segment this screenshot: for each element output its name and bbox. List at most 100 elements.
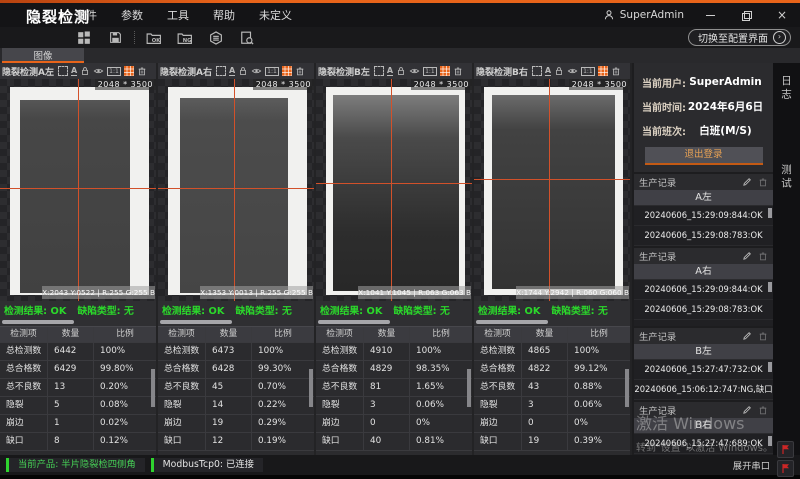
list-scrollbar[interactable] [768, 362, 772, 372]
stats-table: 检测项 数量 比例 总检测数6473100%总合格数642899.30%总不良数… [158, 326, 314, 455]
menu-undefined[interactable]: 未定义 [259, 7, 292, 23]
tab-log[interactable]: 日志 [779, 75, 794, 102]
image-viewport[interactable]: 2048 * 3500 X:1041 Y:1045 | R:063 G:063 … [316, 79, 472, 301]
one-to-one-icon[interactable]: 1:1 [107, 67, 121, 76]
scrollbar-thumb[interactable] [476, 320, 548, 324]
record-list[interactable]: 20240606_15:27:47:689:OK20240606_15:06:1… [634, 434, 773, 455]
scrollbar-thumb[interactable] [2, 320, 74, 324]
grid-icon[interactable] [440, 66, 450, 76]
text-annotation-icon[interactable]: A [387, 66, 393, 76]
list-scrollbar[interactable] [768, 282, 772, 292]
table-scrollbar[interactable] [309, 369, 313, 407]
save-icon[interactable] [107, 30, 123, 46]
close-button[interactable]: × [772, 6, 792, 24]
grid-icon[interactable] [598, 66, 608, 76]
edit-icon[interactable] [742, 331, 752, 341]
roi-selection-icon[interactable] [216, 66, 226, 76]
production-record-entry[interactable]: 20240606_15:29:09:844:OK [634, 280, 773, 300]
lock-icon[interactable] [554, 66, 564, 76]
roi-selection-icon[interactable] [58, 66, 68, 76]
delete-icon[interactable] [453, 66, 463, 76]
delete-icon[interactable] [758, 405, 768, 415]
production-record-entry[interactable]: 20240606_15:29:09:844:OK [634, 206, 773, 226]
edit-icon[interactable] [742, 251, 752, 261]
tab-image[interactable]: 图像 [2, 48, 84, 63]
horizontal-scrollbar[interactable] [0, 319, 156, 326]
settings-stack-icon[interactable] [208, 30, 224, 46]
one-to-one-icon[interactable]: 1:1 [265, 67, 279, 76]
menu-file[interactable]: 文件 [75, 7, 97, 23]
table-scrollbar[interactable] [151, 369, 155, 407]
current-user-chip[interactable]: SuperAdmin [603, 9, 684, 21]
production-record-entry[interactable]: 20240606_15:27:47:732:OK [634, 360, 773, 380]
crosshair-horizontal [158, 188, 314, 189]
menu-params[interactable]: 参数 [121, 7, 143, 23]
grid-icon[interactable] [282, 66, 292, 76]
horizontal-scrollbar[interactable] [158, 319, 314, 326]
record-list[interactable]: 20240606_15:29:09:844:OK20240606_15:29:0… [634, 280, 773, 326]
lock-icon[interactable] [238, 66, 248, 76]
minimize-button[interactable] [700, 6, 720, 24]
record-list[interactable]: 20240606_15:27:47:732:OK20240606_15:06:1… [634, 360, 773, 400]
folder-ng-icon[interactable]: NG [177, 30, 193, 46]
station-label: B左 [634, 344, 773, 359]
edit-icon[interactable] [742, 405, 752, 415]
eye-icon[interactable] [567, 66, 578, 76]
scrollbar-thumb[interactable] [160, 320, 232, 324]
table-cell: 99.80% [94, 361, 156, 378]
one-to-one-icon[interactable]: 1:1 [581, 67, 595, 76]
flag-icon[interactable] [777, 441, 794, 458]
lock-icon[interactable] [396, 66, 406, 76]
expand-serial-label[interactable]: 展开串口 [733, 458, 770, 472]
horizontal-scrollbar[interactable] [316, 319, 472, 326]
horizontal-scrollbar[interactable] [474, 319, 630, 326]
scrollbar-thumb[interactable] [318, 320, 390, 324]
record-list[interactable]: 20240606_15:29:09:844:OK20240606_15:29:0… [634, 206, 773, 246]
delete-icon[interactable] [295, 66, 305, 76]
roi-selection-icon[interactable] [532, 66, 542, 76]
image-viewport[interactable]: 2048 * 3500 X:1744 Y:2942 | R:060 G:060 … [474, 79, 630, 301]
layout-tiles-icon[interactable] [76, 30, 92, 46]
list-scrollbar[interactable] [768, 436, 772, 446]
production-record-entry[interactable]: 20240606_15:29:08:783:OK [634, 300, 773, 320]
table-cell: 19 [522, 433, 568, 450]
one-to-one-icon[interactable]: 1:1 [423, 67, 437, 76]
table-scrollbar[interactable] [467, 369, 471, 407]
menu-tools[interactable]: 工具 [167, 7, 189, 23]
eye-icon[interactable] [409, 66, 420, 76]
image-viewport[interactable]: 2048 * 3500 X:1353 Y:0013 | R:255 G:255 … [158, 79, 314, 301]
table-cell: 0.20% [94, 379, 156, 396]
text-annotation-icon[interactable]: A [545, 66, 551, 76]
col-header: 数量 [522, 327, 568, 342]
delete-icon[interactable] [758, 177, 768, 187]
flag-icon[interactable] [777, 460, 794, 477]
eye-icon[interactable] [93, 66, 104, 76]
delete-icon[interactable] [758, 251, 768, 261]
edit-icon[interactable] [742, 177, 752, 187]
text-annotation-icon[interactable]: A [71, 66, 77, 76]
delete-icon[interactable] [758, 331, 768, 341]
production-record-entry[interactable]: 20240606_15:06:12:747:NG,缺口 [634, 380, 773, 400]
logout-button[interactable]: 退出登录 [645, 147, 763, 165]
text-annotation-icon[interactable]: A [229, 66, 235, 76]
production-record-entry[interactable]: 20240606_15:27:47:689:OK [634, 434, 773, 454]
table-scrollbar[interactable] [625, 369, 629, 407]
folder-ok-icon[interactable]: OK [146, 30, 162, 46]
image-search-icon[interactable] [239, 30, 255, 46]
restore-button[interactable] [736, 6, 756, 24]
svg-text:NG: NG [183, 37, 192, 43]
eye-icon[interactable] [251, 66, 262, 76]
image-viewport[interactable]: 2048 * 3500 X:2043 Y:0522 | R:255 G:255 … [0, 79, 156, 301]
delete-icon[interactable] [137, 66, 147, 76]
roi-selection-icon[interactable] [374, 66, 384, 76]
lock-icon[interactable] [80, 66, 90, 76]
production-record-entry[interactable]: 20240606_15:29:08:783:OK [634, 226, 773, 246]
table-cell: 缺口 [316, 433, 364, 450]
list-scrollbar[interactable] [768, 208, 772, 218]
col-header: 比例 [94, 327, 156, 342]
switch-to-config-button[interactable]: 切换至配置界面 › [688, 29, 791, 46]
tab-test[interactable]: 测试 [779, 164, 794, 191]
menu-help[interactable]: 帮助 [213, 7, 235, 23]
grid-icon[interactable] [124, 66, 134, 76]
delete-icon[interactable] [611, 66, 621, 76]
